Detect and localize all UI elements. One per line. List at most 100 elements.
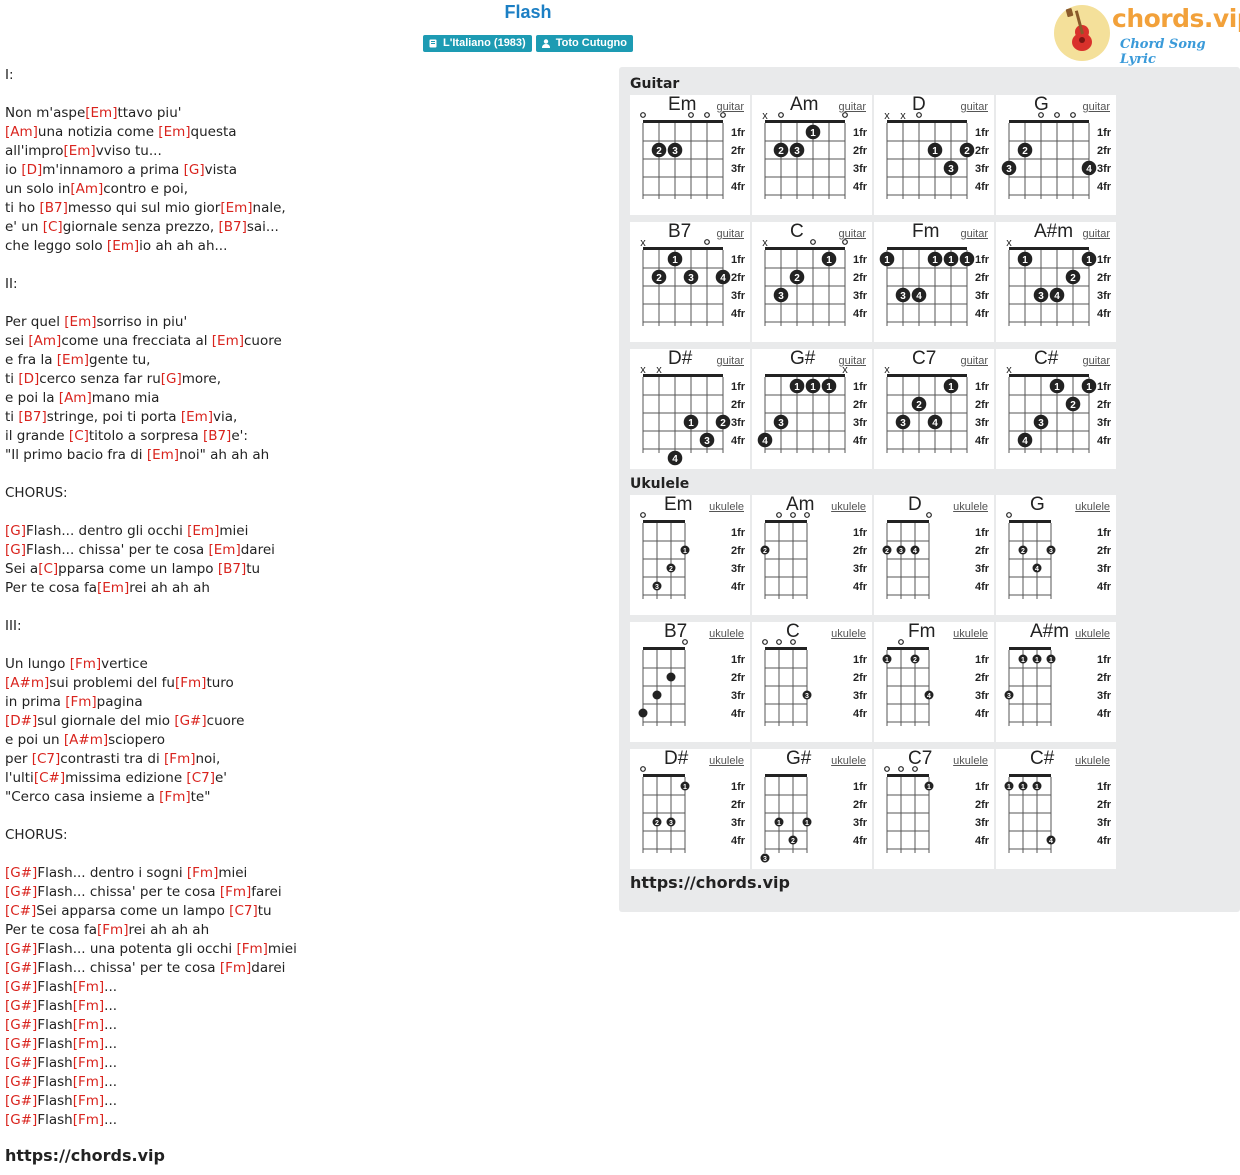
chord-marker[interactable]: [Em] — [64, 314, 96, 330]
chord-marker[interactable]: [Fm] — [73, 1112, 104, 1128]
chord-marker[interactable]: [C7] — [186, 770, 215, 786]
instrument-link[interactable]: guitar — [1082, 101, 1110, 113]
chord-diagram-ukulele[interactable]: 1fr 2fr 3fr 4fr 3 2 1 Em ukulele — [630, 494, 750, 615]
chord-marker[interactable]: [C] — [69, 428, 89, 444]
instrument-link[interactable]: guitar — [716, 228, 744, 240]
chord-diagram-ukulele[interactable]: 1fr 2fr 3fr 4fr 1 2 4 Fm ukulele — [874, 621, 994, 742]
chord-diagram-ukulele[interactable]: 1fr 2fr 3fr 4fr 1 C7 ukulele — [874, 748, 994, 869]
chord-diagram-guitar[interactable]: 1fr 2fr 3fr 4fr x 2 3 1 Am guitar — [752, 94, 872, 215]
chord-marker[interactable]: [C#] — [34, 770, 65, 786]
chord-marker[interactable]: [Em] — [158, 124, 190, 140]
chord-marker[interactable]: [Em] — [220, 200, 252, 216]
chord-marker[interactable]: [B7] — [218, 219, 246, 235]
instrument-link[interactable]: guitar — [960, 355, 988, 367]
chord-marker[interactable]: [G#] — [5, 1036, 37, 1052]
chord-marker[interactable]: [G#] — [5, 1017, 37, 1033]
chord-marker[interactable]: [G#] — [5, 865, 37, 881]
instrument-link[interactable]: ukulele — [709, 501, 744, 513]
instrument-link[interactable]: guitar — [1082, 355, 1110, 367]
chord-marker[interactable]: [G] — [184, 162, 205, 178]
chord-marker[interactable]: [G] — [5, 542, 26, 558]
artist-badge[interactable]: Toto Cutugno — [535, 35, 633, 52]
chord-marker[interactable]: [G#] — [5, 1074, 37, 1090]
chord-marker[interactable]: [G#] — [5, 979, 37, 995]
instrument-link[interactable]: ukulele — [709, 755, 744, 767]
instrument-link[interactable]: guitar — [716, 355, 744, 367]
chord-marker[interactable]: [B7] — [218, 561, 246, 577]
chord-marker[interactable]: [G] — [161, 371, 182, 387]
chord-marker[interactable]: [Am] — [70, 181, 103, 197]
chord-diagram-ukulele[interactable]: 1fr 2fr 3fr 4fr 1 1 1 4 C# ukulele — [996, 748, 1116, 869]
chord-diagram-ukulele[interactable]: 1fr 2fr 3fr 4fr 3 1 2 1 G# ukulele — [752, 748, 872, 869]
chord-marker[interactable]: [Em] — [85, 105, 117, 121]
chord-marker[interactable]: [G] — [5, 523, 26, 539]
album-badge[interactable]: L'Italiano (1983) — [423, 35, 532, 52]
chord-marker[interactable]: [G#] — [5, 884, 37, 900]
instrument-link[interactable]: ukulele — [1075, 501, 1110, 513]
chord-diagram-guitar[interactable]: 1fr 2fr 3fr 4fr x 1 3 4 2 1 A#m guitar — [996, 221, 1116, 342]
chord-diagram-guitar[interactable]: 1fr 2fr 3fr 4fr x x 4 1 3 2 D# guitar — [630, 348, 750, 469]
instrument-link[interactable]: ukulele — [953, 628, 988, 640]
chord-marker[interactable]: [Em] — [97, 580, 129, 596]
chord-marker[interactable]: [B7] — [39, 200, 67, 216]
chord-marker[interactable]: [Em] — [57, 352, 89, 368]
chord-marker[interactable]: [C7] — [32, 751, 61, 767]
chord-marker[interactable]: [G#] — [5, 1112, 37, 1128]
chord-marker[interactable]: [Em] — [107, 238, 139, 254]
chord-diagram-guitar[interactable]: 1fr 2fr 3fr 4fr 3 2 4 Gguitar — [996, 94, 1116, 215]
chord-marker[interactable]: [Am] — [59, 390, 92, 406]
chord-marker[interactable]: [Fm] — [187, 865, 218, 881]
instrument-link[interactable]: ukulele — [831, 755, 866, 767]
chord-marker[interactable]: [Fm] — [220, 960, 251, 976]
chord-diagram-guitar[interactable]: 1fr 2fr 3fr 4fr 2 3 Em guitar — [630, 94, 750, 215]
chord-marker[interactable]: [G#] — [5, 941, 37, 957]
instrument-link[interactable]: ukulele — [831, 501, 866, 513]
chord-marker[interactable]: [Fm] — [73, 979, 104, 995]
chord-diagram-ukulele[interactable]: 1fr 2fr 3fr 4fr 2 Am ukulele — [752, 494, 872, 615]
chord-marker[interactable]: [Fm] — [73, 998, 104, 1014]
chord-marker[interactable]: [D] — [18, 371, 39, 387]
chord-marker[interactable]: [Am] — [5, 124, 38, 140]
site-logo[interactable]: chords.vip Chord Song Lyric — [1052, 2, 1240, 67]
instrument-link[interactable]: guitar — [1082, 228, 1110, 240]
chord-marker[interactable]: [Em] — [187, 523, 219, 539]
chord-marker[interactable]: [Fm] — [220, 884, 251, 900]
chord-marker[interactable]: [C#] — [5, 903, 36, 919]
instrument-link[interactable]: ukulele — [1075, 628, 1110, 640]
instrument-link[interactable]: ukulele — [709, 628, 744, 640]
chord-diagram-ukulele[interactable]: 1fr 2fr 3fr 4fr 3 1 1 1 A#m ukulele — [996, 621, 1116, 742]
chord-marker[interactable]: [A#m] — [64, 732, 108, 748]
chord-marker[interactable]: [Em] — [147, 447, 179, 463]
chord-marker[interactable]: [Fm] — [65, 694, 96, 710]
instrument-link[interactable]: guitar — [716, 101, 744, 113]
instrument-link[interactable]: guitar — [960, 101, 988, 113]
instrument-link[interactable]: guitar — [960, 228, 988, 240]
chord-marker[interactable]: [Em] — [63, 143, 95, 159]
site-url-footer[interactable]: https://chords.vip — [5, 1146, 165, 1165]
chord-marker[interactable]: [Fm] — [73, 1017, 104, 1033]
chord-diagram-ukulele[interactable]: 1fr 2fr 3fr 4fr 2 3 1 D# ukulele — [630, 748, 750, 869]
chord-marker[interactable]: [B7] — [203, 428, 231, 444]
chord-marker[interactable]: [Fm] — [175, 675, 206, 691]
chord-marker[interactable]: [C7] — [229, 903, 258, 919]
chord-marker[interactable]: [G#] — [5, 1093, 37, 1109]
chord-diagram-ukulele[interactable]: 1fr 2fr 3fr 4fr B7 ukulele — [630, 621, 750, 742]
instrument-link[interactable]: guitar — [838, 355, 866, 367]
instrument-link[interactable]: ukulele — [831, 628, 866, 640]
chord-marker[interactable]: [Fm] — [236, 941, 267, 957]
chord-marker[interactable]: [Fm] — [73, 1093, 104, 1109]
chord-marker[interactable]: [Em] — [181, 409, 213, 425]
chord-marker[interactable]: [C] — [43, 219, 63, 235]
instrument-link[interactable]: ukulele — [1075, 755, 1110, 767]
chord-marker[interactable]: [G#] — [5, 998, 37, 1014]
instrument-link[interactable]: ukulele — [953, 755, 988, 767]
chord-diagram-ukulele[interactable]: 1fr 2fr 3fr 4fr 2 3 4 Dukulele — [874, 494, 994, 615]
chord-marker[interactable]: [G#] — [5, 960, 37, 976]
chord-marker[interactable]: [G#] — [174, 713, 206, 729]
chord-diagram-guitar[interactable]: 1fr 2fr 3fr 4fr 1 3 4 1 1 1 Fm guitar — [874, 221, 994, 342]
chord-marker[interactable]: [A#m] — [5, 675, 49, 691]
chord-diagram-guitar[interactable]: 1fr 2fr 3fr 4fr x 3 2 4 1 C7 guitar — [874, 348, 994, 469]
chord-diagram-ukulele[interactable]: 1fr 2fr 3fr 4fr 2 4 3 Gukulele — [996, 494, 1116, 615]
instrument-link[interactable]: ukulele — [953, 501, 988, 513]
chord-diagram-guitar[interactable]: 1fr 2fr 3fr 4fr x 4 3 1 2 1 C# guitar — [996, 348, 1116, 469]
